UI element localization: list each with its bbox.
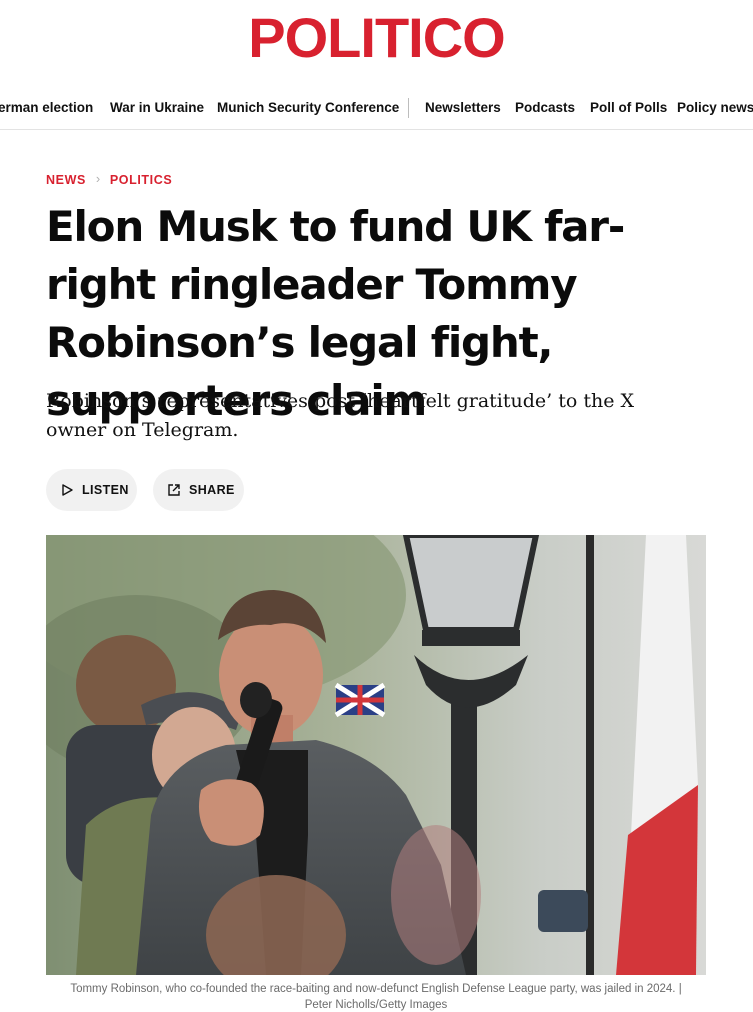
nav-german-election[interactable]: erman election xyxy=(0,100,93,116)
breadcrumb-news[interactable]: NEWS xyxy=(46,173,86,187)
article-dek: Robinson’s representatives post ‘heartfe… xyxy=(46,390,635,441)
nav-newsletters[interactable]: Newsletters xyxy=(425,100,501,116)
chevron-right-icon: › xyxy=(95,171,101,186)
share-button[interactable]: SHARE xyxy=(153,469,244,511)
top-navigation: erman election War in Ukraine Munich Sec… xyxy=(0,86,753,130)
breadcrumb-politics[interactable]: POLITICS xyxy=(110,173,172,187)
share-arrow-icon xyxy=(168,484,180,496)
hero-photo-illustration xyxy=(46,535,706,975)
nav-policy-news[interactable]: Policy news xyxy=(677,100,753,116)
politico-logo[interactable]: POLITICO xyxy=(0,6,753,70)
nav-podcasts[interactable]: Podcasts xyxy=(515,100,575,116)
masthead: POLITICO xyxy=(0,0,753,80)
nav-divider xyxy=(408,98,409,118)
photo-caption: Tommy Robinson, who co-founded the race-… xyxy=(46,981,706,1012)
listen-button[interactable]: LISTEN xyxy=(46,469,137,511)
nav-war-in-ukraine[interactable]: War in Ukraine xyxy=(110,100,204,116)
nav-poll-of-polls[interactable]: Poll of Polls xyxy=(590,100,667,116)
nav-munich-security-conference[interactable]: Munich Security Conference xyxy=(217,100,399,116)
hero-photo xyxy=(46,535,706,975)
play-triangle-icon xyxy=(62,484,73,496)
breadcrumb: NEWS › POLITICS xyxy=(46,171,172,187)
listen-label: LISTEN xyxy=(82,483,129,497)
share-label: SHARE xyxy=(189,483,235,497)
photo-credit: Peter Nicholls/Getty Images xyxy=(304,999,448,1011)
caption-text: Tommy Robinson, who co-founded the race-… xyxy=(70,983,682,995)
